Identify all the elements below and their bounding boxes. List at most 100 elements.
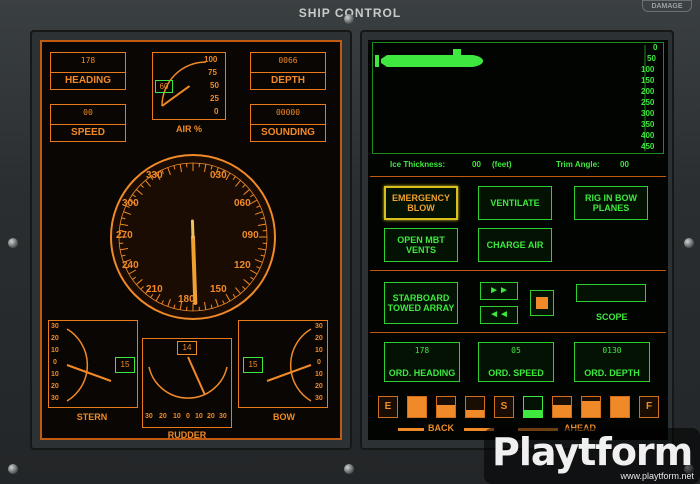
stern-tick: 10 [51, 371, 59, 378]
air-gauge: 60 100 75 50 25 0 [152, 52, 226, 120]
compass-needle-tail [190, 219, 195, 239]
depth-label: DEPTH [251, 72, 325, 89]
stern-needle [66, 364, 112, 382]
emergency-blow-button[interactable]: EMERGENCY BLOW [384, 186, 458, 220]
systems-screen: 0 50 100 150 200 250 300 350 400 450 Ice… [368, 40, 668, 440]
compass-label: 210 [146, 284, 163, 295]
throttle-key[interactable] [407, 396, 427, 418]
air-tick: 25 [210, 94, 219, 103]
sounding-readout: 00000 SOUNDING [250, 104, 326, 142]
bow-tick: 20 [315, 383, 323, 390]
depth-profile-chart [375, 45, 646, 151]
navigation-panel: 178 HEADING 00 SPEED 0066 DEPTH 00000 SO… [30, 30, 352, 450]
bow-label: BOW [273, 412, 295, 422]
depth-scale-mark: 250 [641, 98, 655, 107]
ice-thickness-unit: (feet) [492, 160, 512, 169]
throttle-stop-key[interactable]: S [494, 396, 514, 418]
rudder-gauge: 14 30 20 10 0 10 20 30 [142, 338, 232, 428]
throttle-key[interactable] [436, 396, 456, 418]
sounding-label: SOUNDING [251, 124, 325, 141]
bow-tick: 10 [315, 371, 323, 378]
stern-tick: 20 [51, 335, 59, 342]
compass-label: 090 [242, 230, 259, 241]
throttle-emergency-key[interactable]: E [378, 396, 398, 418]
ordered-heading-label: ORD. HEADING [388, 368, 456, 378]
divider [370, 270, 666, 271]
throttle-flank-key[interactable]: F [639, 396, 659, 418]
ordered-heading-display[interactable]: 178 ORD. HEADING [384, 342, 460, 382]
rig-in-bow-planes-button[interactable]: RIG IN BOW PLANES [574, 186, 648, 220]
bolt-icon [8, 238, 18, 248]
divider [370, 332, 666, 333]
stern-label: STERN [76, 412, 108, 422]
ordered-depth-display[interactable]: 0130 ORD. DEPTH [574, 342, 650, 382]
heading-readout: 178 HEADING [50, 52, 126, 90]
fast-forward-button[interactable]: ►► [480, 282, 518, 300]
depth-readout: 0066 DEPTH [250, 52, 326, 90]
rudder-label: RUDDER [167, 430, 207, 440]
rudder-tick: 10 [173, 413, 181, 420]
compass-label: 240 [122, 260, 139, 271]
bow-tick: 10 [315, 347, 323, 354]
rudder-tick: 30 [145, 413, 153, 420]
throttle-key[interactable] [610, 396, 630, 418]
watermark-name: Playtform [492, 430, 693, 474]
ventilate-button[interactable]: VENTILATE [478, 186, 552, 220]
bow-tick: 0 [317, 359, 321, 366]
throttle-selector: E S F [378, 396, 662, 420]
throttle-key[interactable] [552, 396, 572, 418]
compass-label: 150 [210, 284, 227, 295]
speed-label: SPEED [51, 124, 125, 141]
heading-label: HEADING [51, 72, 125, 89]
compass-label: 330 [146, 170, 163, 181]
stern-gauge: 15 30 20 10 0 10 20 30 [48, 320, 138, 408]
compass-label: 300 [122, 198, 139, 209]
bolt-icon [8, 464, 18, 474]
stern-tick: 20 [51, 383, 59, 390]
bow-tick: 30 [315, 323, 323, 330]
bolt-icon [344, 14, 354, 24]
depth-profile-display: 0 50 100 150 200 250 300 350 400 450 [372, 42, 664, 154]
bolt-icon [684, 238, 694, 248]
scope-label: SCOPE [596, 312, 628, 322]
depth-scale-mark: 200 [641, 87, 655, 96]
air-tick: 50 [210, 81, 219, 90]
damage-tab[interactable]: DAMAGE [642, 0, 692, 12]
depth-scale-mark: 300 [641, 109, 655, 118]
stern-tick: 30 [51, 395, 59, 402]
throttle-key[interactable] [465, 396, 485, 418]
bow-needle [266, 364, 312, 382]
depth-scale-mark: 150 [641, 76, 655, 85]
depth-scale-mark: 450 [641, 142, 655, 151]
stop-button[interactable] [530, 290, 554, 316]
bolt-icon [344, 464, 354, 474]
bow-gauge: 15 30 20 10 0 10 20 30 [238, 320, 328, 408]
speed-value: 00 [83, 108, 93, 117]
throttle-key[interactable] [523, 396, 543, 418]
starboard-towed-array-button[interactable]: STARBOARD TOWED ARRAY [384, 282, 458, 324]
ship-systems-panel: 0 50 100 150 200 250 300 350 400 450 Ice… [360, 30, 674, 450]
throttle-key[interactable] [581, 396, 601, 418]
stern-tick: 30 [51, 323, 59, 330]
stern-value: 15 [115, 357, 135, 373]
rudder-tick: 10 [195, 413, 203, 420]
watermark-logo: Playtform www.playtform.net [484, 428, 700, 484]
ice-thickness-label: Ice Thickness: [390, 160, 446, 169]
ordered-speed-label: ORD. SPEED [488, 368, 544, 378]
air-tick: 0 [214, 107, 219, 116]
depth-scale-mark: 350 [641, 120, 655, 129]
compass-label: 030 [210, 170, 227, 181]
ordered-speed-value: 05 [511, 346, 521, 355]
charge-air-button[interactable]: CHARGE AIR [478, 228, 552, 262]
open-mbt-vents-button[interactable]: OPEN MBT VENTS [384, 228, 458, 262]
ice-thickness-value: 00 [472, 160, 481, 169]
rewind-button[interactable]: ◄◄ [480, 306, 518, 324]
compass-label: 270 [116, 230, 133, 241]
rudder-tick: 0 [186, 413, 190, 420]
rudder-value: 14 [177, 341, 197, 355]
bow-tick: 30 [315, 395, 323, 402]
bow-value: 15 [243, 357, 263, 373]
back-bar [398, 428, 424, 431]
rudder-tick: 30 [219, 413, 227, 420]
ordered-speed-display[interactable]: 05 ORD. SPEED [478, 342, 554, 382]
